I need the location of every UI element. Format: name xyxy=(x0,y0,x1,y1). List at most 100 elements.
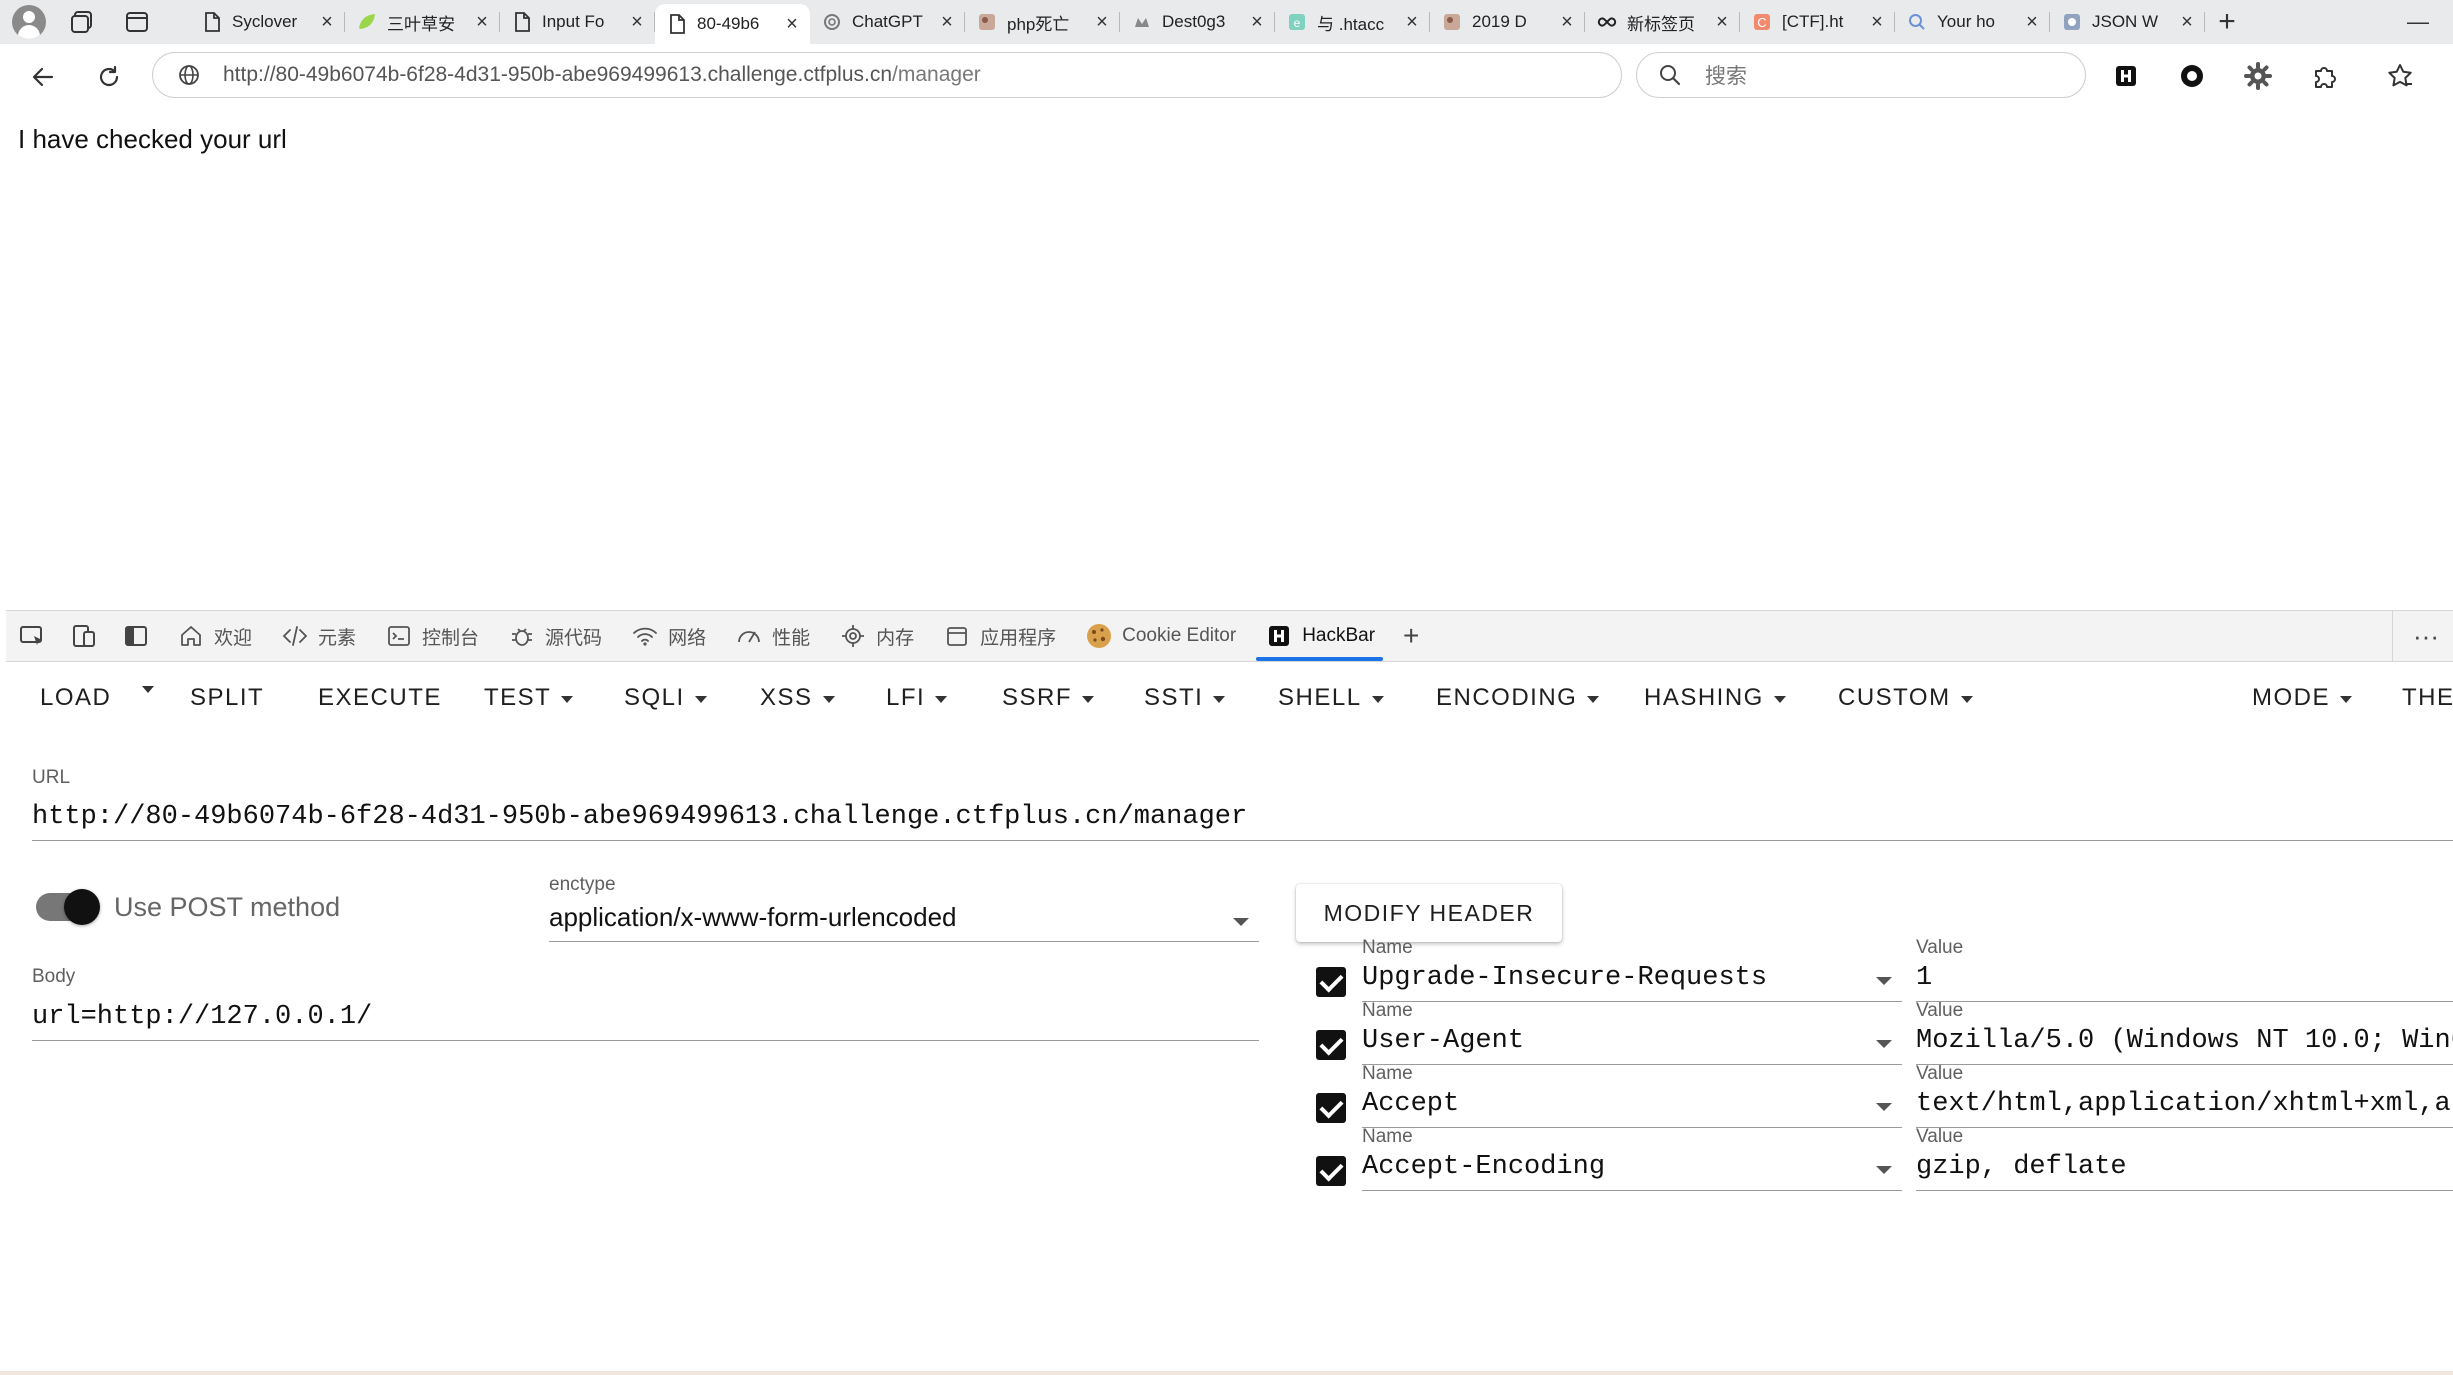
browser-tab[interactable]: Input Fo × xyxy=(500,4,655,40)
minimize-icon[interactable]: — xyxy=(2383,0,2453,44)
gear-icon xyxy=(2062,12,2082,32)
hashing-menu[interactable]: HASHING xyxy=(1644,684,1786,712)
header-name-select[interactable]: Accept xyxy=(1362,1089,1902,1128)
header-enabled-checkbox[interactable] xyxy=(1316,1093,1346,1123)
browser-tab[interactable]: 80-49b6 × xyxy=(655,4,810,44)
close-icon[interactable]: × xyxy=(937,11,957,34)
header-value-input[interactable]: text/html,application/xhtml+xml,ap xyxy=(1916,1089,2453,1128)
devtools-tab-hackbar[interactable]: HackBar xyxy=(1250,611,1389,661)
more-options-icon[interactable]: ··· xyxy=(2392,611,2439,661)
load-dropdown-caret[interactable] xyxy=(142,684,154,693)
vertical-tabs-icon[interactable] xyxy=(120,5,154,39)
devtools-tab-wifi[interactable]: 网络 xyxy=(616,611,720,661)
ssrf-menu[interactable]: SSRF xyxy=(1002,684,1095,712)
device-emulation-icon[interactable] xyxy=(58,611,110,661)
close-icon[interactable]: × xyxy=(1402,11,1422,34)
browser-tab[interactable]: php死亡 × xyxy=(965,4,1120,40)
extensions-puzzle-icon[interactable] xyxy=(2306,58,2342,94)
devtools-tab-bug[interactable]: 源代码 xyxy=(493,611,616,661)
close-icon[interactable]: × xyxy=(2022,11,2042,34)
devtools-tab-console[interactable]: 控制台 xyxy=(370,611,493,661)
close-icon[interactable]: × xyxy=(472,11,492,34)
devtools-tab-performance[interactable]: 性能 xyxy=(720,611,824,661)
refresh-button[interactable] xyxy=(84,52,134,102)
close-icon[interactable]: × xyxy=(1247,11,1267,34)
browser-tab[interactable]: Dest0g3 × xyxy=(1120,4,1275,40)
body-input[interactable]: url=http://127.0.0.1/ xyxy=(32,1002,1259,1041)
sqli-menu[interactable]: SQLI xyxy=(624,684,707,712)
header-enabled-checkbox[interactable] xyxy=(1316,1156,1346,1186)
browser-tab[interactable]: 新标签页 × xyxy=(1585,4,1740,40)
split-button[interactable]: SPLIT xyxy=(190,684,264,712)
browser-tab[interactable]: 三叶草安 × xyxy=(345,4,500,40)
image-icon xyxy=(1442,12,1462,32)
browser-tab[interactable]: ChatGPT × xyxy=(810,4,965,40)
mode-menu[interactable]: MODE xyxy=(2252,684,2352,712)
header-value-input[interactable]: gzip, deflate xyxy=(1916,1152,2453,1191)
workspaces-icon[interactable] xyxy=(66,5,100,39)
browser-tab[interactable]: 2019 D × xyxy=(1430,4,1585,40)
address-bar[interactable]: http://80-49b6074b-6f28-4d31-950b-abe969… xyxy=(152,52,1622,98)
browser-tab[interactable]: e 与 .htacc × xyxy=(1275,4,1430,40)
tab-title: php死亡 xyxy=(1007,14,1070,34)
settings-extension-icon[interactable] xyxy=(2240,58,2276,94)
devtools-tab-memory[interactable]: 内存 xyxy=(824,611,928,661)
dock-side-icon[interactable] xyxy=(110,611,162,661)
encoding-menu[interactable]: ENCODING xyxy=(1436,684,1600,712)
infinity-icon xyxy=(1597,12,1617,32)
ssti-menu[interactable]: SSTI xyxy=(1144,684,1226,712)
close-icon[interactable]: × xyxy=(317,11,337,34)
devtools-tab-code[interactable]: 元素 xyxy=(266,611,370,661)
new-tab-button[interactable]: + xyxy=(2205,4,2249,40)
header-name-select[interactable]: Upgrade-Insecure-Requests xyxy=(1362,963,1902,1002)
browser-tab[interactable]: C [CTF].ht × xyxy=(1740,4,1895,40)
theme-menu[interactable]: THE xyxy=(2402,684,2453,712)
profile-avatar[interactable] xyxy=(12,5,46,39)
devtools-tab-home[interactable]: 欢迎 xyxy=(162,611,266,661)
load-button[interactable]: LOAD xyxy=(40,684,111,712)
header-value-input[interactable]: 1 xyxy=(1916,963,2453,1002)
header-enabled-checkbox[interactable] xyxy=(1316,967,1346,997)
xss-menu[interactable]: XSS xyxy=(760,684,835,712)
add-tool-button[interactable]: + xyxy=(1389,611,1433,661)
chevron-down-icon xyxy=(1233,918,1249,926)
execute-button[interactable]: EXECUTE xyxy=(318,684,442,712)
post-method-toggle[interactable] xyxy=(36,889,100,925)
shell-menu[interactable]: SHELL xyxy=(1278,684,1384,712)
custom-menu[interactable]: CUSTOM xyxy=(1838,684,1973,712)
close-icon[interactable]: × xyxy=(782,13,802,36)
browser-tab[interactable]: JSON W × xyxy=(2050,4,2205,40)
close-icon[interactable]: × xyxy=(1712,11,1732,34)
close-icon[interactable]: × xyxy=(1557,11,1577,34)
header-name-label: Name xyxy=(1362,937,1413,958)
favorites-star-icon[interactable] xyxy=(2382,58,2418,94)
enctype-select[interactable]: application/x-www-form-urlencoded xyxy=(549,902,1259,942)
close-icon[interactable]: × xyxy=(627,11,647,34)
devtools-tab-application[interactable]: 应用程序 xyxy=(928,611,1070,661)
chevron-down-icon xyxy=(1876,1166,1892,1174)
search-icon xyxy=(1660,65,1681,86)
inspect-element-icon[interactable] xyxy=(6,611,58,661)
url-input[interactable]: http://80-49b6074b-6f28-4d31-950b-abe969… xyxy=(32,802,2453,841)
test-menu[interactable]: TEST xyxy=(484,684,574,712)
devtools-tab-label: 欢迎 xyxy=(214,627,253,649)
hackbar-extension-icon[interactable] xyxy=(2108,58,2144,94)
header-name-select[interactable]: Accept-Encoding xyxy=(1362,1152,1902,1191)
search-box[interactable]: 搜索 xyxy=(1636,52,2086,98)
tab-title: 新标签页 xyxy=(1627,14,1695,34)
wifi-icon xyxy=(630,621,660,651)
close-icon[interactable]: × xyxy=(2177,11,2197,34)
browser-tab[interactable]: Syclover × xyxy=(190,4,345,40)
record-extension-icon[interactable] xyxy=(2174,58,2210,94)
close-icon[interactable]: × xyxy=(1092,11,1112,34)
close-icon[interactable]: × xyxy=(1867,11,1887,34)
back-button[interactable] xyxy=(18,52,68,102)
c-icon: C xyxy=(1752,12,1772,32)
browser-tab[interactable]: Your ho × xyxy=(1895,4,2050,40)
header-value-input[interactable]: Mozilla/5.0 (Windows NT 10.0; Win64 xyxy=(1916,1026,2453,1065)
lfi-menu[interactable]: LFI xyxy=(886,684,948,712)
modify-header-button[interactable]: MODIFY HEADER xyxy=(1296,884,1562,942)
devtools-tab-cookie[interactable]: Cookie Editor xyxy=(1070,611,1250,661)
header-name-select[interactable]: User-Agent xyxy=(1362,1026,1902,1065)
header-enabled-checkbox[interactable] xyxy=(1316,1030,1346,1060)
